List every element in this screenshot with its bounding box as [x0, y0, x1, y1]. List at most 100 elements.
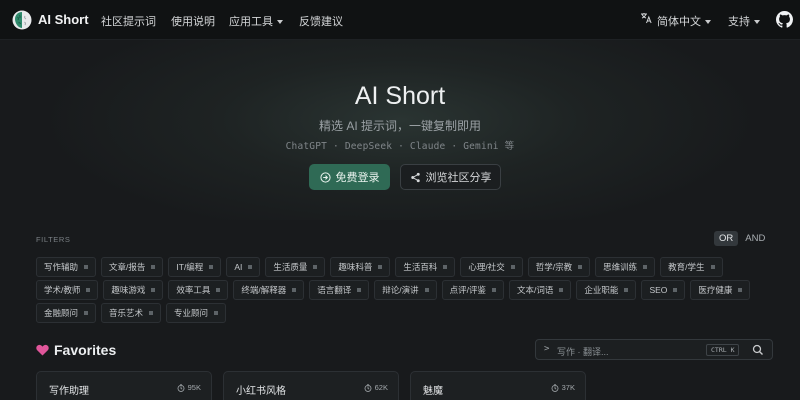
filter-tag[interactable]: 学术/教师 [36, 280, 99, 300]
filter-tag-label: 教育/学生 [668, 262, 705, 272]
filter-tag-checkbox-icon [149, 311, 154, 315]
filter-tag-label: 写作辅助 [44, 262, 79, 272]
filter-tag-label: 心理/社交 [468, 262, 505, 272]
filter-tag-label: 趣味游戏 [111, 285, 146, 295]
filter-tag-checkbox-icon [378, 265, 383, 269]
prompt-card-count-value: 62K [374, 383, 388, 392]
hero-models: ChatGPT · DeepSeek · Claude · Gemini 等 [285, 141, 515, 152]
prompt-card[interactable]: 写作助理 95K [36, 371, 212, 400]
filter-tag-label: IT/编程 [176, 262, 204, 272]
nav-link-app-tools-label: 应用工具 [229, 16, 273, 28]
translate-icon [640, 12, 652, 27]
nav-link-community-prompts[interactable]: 社区提示词 [101, 13, 156, 29]
filter-tag[interactable]: 文本/词语 [509, 280, 572, 300]
chevron-down-icon [754, 20, 760, 24]
filter-tag[interactable]: 教育/学生 [660, 257, 723, 277]
filter-tag-label: 辩论/演讲 [382, 285, 419, 295]
prompt-card-title: 小红书风格 [236, 386, 286, 397]
login-icon [319, 171, 331, 183]
filter-tag[interactable]: 专业顾问 [166, 303, 227, 323]
copy-count-icon [177, 383, 185, 392]
filter-tag-checkbox-icon [151, 288, 156, 292]
prompt-card-count: 62K [364, 383, 388, 392]
heart-icon [36, 344, 49, 356]
filter-tag-checkbox-icon [313, 265, 318, 269]
filter-tag[interactable]: 语言翻译 [309, 280, 370, 300]
prompt-card-count-value: 95K [187, 383, 201, 392]
nav-link-instructions[interactable]: 使用说明 [171, 13, 215, 29]
copy-count-icon [364, 383, 372, 392]
filter-tag-checkbox-icon [510, 265, 515, 269]
filter-tag[interactable]: 心理/社交 [460, 257, 523, 277]
browse-button-label: 浏览社区分享 [425, 172, 492, 184]
filter-tag-checkbox-icon [292, 288, 297, 292]
filters-label: FILTERS [36, 235, 71, 244]
filter-tag-checkbox-icon [492, 288, 497, 292]
nav-link-app-tools[interactable]: 应用工具 [229, 13, 283, 29]
filter-tag[interactable]: 趣味科普 [330, 257, 391, 277]
filter-tag-checkbox-icon [248, 265, 253, 269]
filter-tag[interactable]: AI [226, 257, 261, 277]
search-shortcut-badge: CTRL K [706, 344, 740, 356]
filter-tag[interactable]: 音乐艺术 [101, 303, 162, 323]
filter-tag[interactable]: 写作辅助 [36, 257, 97, 277]
filter-tag-label: 趣味科普 [338, 262, 373, 272]
brain-logo-icon[interactable] [12, 10, 32, 30]
prompt-card-count: 37K [551, 383, 575, 392]
filter-tag-label: 终端/解释器 [241, 285, 287, 295]
prompt-card-count-value: 37K [561, 383, 575, 392]
prompt-card-count: 95K [177, 383, 201, 392]
filter-tag[interactable]: 效率工具 [168, 280, 229, 300]
chevron-down-icon [277, 20, 283, 24]
support-menu[interactable]: 支持 [728, 13, 760, 29]
filter-tags: 写作辅助 文章/报告 IT/编程 AI 生活质量 趣味科普 生活百科 心理/社交 哲学/宗教 思维… [36, 257, 776, 323]
filter-tag-label: 哲学/宗教 [535, 262, 573, 272]
language-selector[interactable]: 简体中文 [657, 13, 711, 29]
filter-tag-checkbox-icon [209, 265, 214, 269]
filter-tag-label: 点评/评鉴 [449, 285, 487, 295]
filter-tag[interactable]: 点评/评鉴 [441, 280, 505, 300]
filter-tag-checkbox-icon [84, 311, 89, 315]
hero-subtitle: 精选 AI 提示词，一键复制即用 [318, 119, 481, 133]
filter-tag[interactable]: 终端/解释器 [233, 280, 305, 300]
filter-mode-and[interactable]: AND [742, 231, 768, 246]
prompt-card[interactable]: 小红书风格 62K [223, 371, 399, 400]
filter-tag[interactable]: SEO [641, 280, 686, 300]
filter-tag-label: 文章/报告 [109, 262, 146, 272]
filter-tag-checkbox-icon [643, 265, 648, 269]
prompt-card[interactable]: 魅魔 37K [410, 371, 586, 400]
filter-tag[interactable]: 生活质量 [265, 257, 326, 277]
brand-name[interactable]: AI Short [38, 12, 89, 27]
search-box[interactable]: > 写作 · 翻译... CTRL K [535, 339, 773, 360]
chevron-down-icon [705, 20, 711, 24]
filter-tag-checkbox-icon [738, 288, 743, 292]
filter-tag[interactable]: 文章/报告 [101, 257, 164, 277]
filter-tag[interactable]: 思维训练 [595, 257, 656, 277]
filter-tag[interactable]: 哲学/宗教 [527, 257, 591, 277]
filter-mode-or[interactable]: OR [714, 231, 739, 246]
filter-tag[interactable]: 生活百科 [395, 257, 456, 277]
filter-tag[interactable]: 企业职能 [576, 280, 637, 300]
filter-tag-label: 音乐艺术 [109, 308, 144, 318]
prompt-card-title: 写作助理 [49, 386, 89, 397]
search-icon[interactable] [752, 344, 764, 356]
filter-tag[interactable]: IT/编程 [168, 257, 222, 277]
top-navbar: AI Short 社区提示词 使用说明 应用工具 反馈建议 简体中文 支持 [0, 0, 800, 40]
filter-tag-label: 语言翻译 [317, 285, 352, 295]
filter-tag-checkbox-icon [357, 288, 362, 292]
filter-tag-checkbox-icon [710, 265, 715, 269]
search-input[interactable]: 写作 · 翻译... [557, 345, 609, 358]
filter-tag[interactable]: 趣味游戏 [103, 280, 164, 300]
filter-tag-checkbox-icon [86, 288, 91, 292]
filter-tag-label: 学术/教师 [44, 285, 81, 295]
filter-tag-label: AI [234, 262, 243, 272]
filter-tag-label: 生活质量 [273, 262, 308, 272]
filter-tag[interactable]: 金融顾问 [36, 303, 97, 323]
nav-link-feedback[interactable]: 反馈建议 [299, 13, 343, 29]
browse-community-button[interactable]: 浏览社区分享 [400, 164, 501, 190]
github-icon[interactable] [776, 11, 793, 28]
login-button[interactable]: 免费登录 [309, 164, 390, 190]
filter-tag[interactable]: 辩论/演讲 [374, 280, 437, 300]
filter-tag[interactable]: 医疗健康 [690, 280, 751, 300]
login-button-label: 免费登录 [335, 172, 380, 184]
